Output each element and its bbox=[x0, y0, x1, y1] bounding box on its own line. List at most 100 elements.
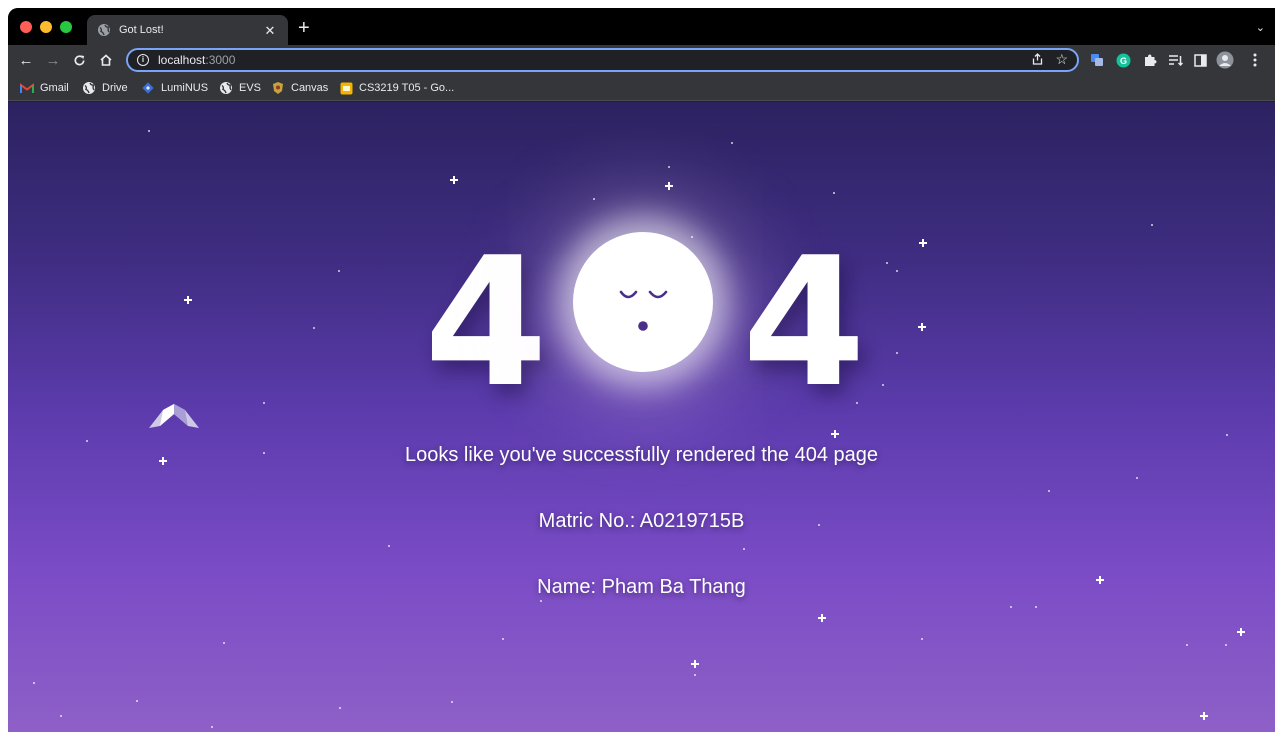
star bbox=[60, 715, 62, 717]
gmail-icon bbox=[20, 81, 34, 95]
svg-text:G: G bbox=[1119, 56, 1126, 66]
spaceship-icon bbox=[148, 402, 200, 434]
star bbox=[921, 638, 923, 640]
star bbox=[593, 198, 595, 200]
star bbox=[896, 352, 898, 354]
bookmark-star-icon[interactable]: ☆ bbox=[1055, 51, 1068, 68]
moon-face-icon bbox=[573, 232, 713, 372]
star bbox=[1048, 490, 1050, 492]
bookmark-canvas[interactable]: Canvas bbox=[271, 80, 328, 96]
reading-list-icon[interactable] bbox=[1166, 51, 1184, 69]
bookmark-label: Gmail bbox=[40, 82, 69, 94]
toolbar: ← → i localhost:3000 ☆ G bbox=[8, 45, 1275, 75]
luminus-icon bbox=[141, 81, 155, 95]
star bbox=[1226, 434, 1228, 436]
close-tab-icon[interactable]: ✕ bbox=[262, 24, 278, 37]
site-info-icon[interactable]: i bbox=[137, 54, 149, 66]
forward-arrow-icon[interactable]: → bbox=[43, 50, 63, 70]
star bbox=[665, 182, 673, 190]
star bbox=[1200, 712, 1208, 720]
star bbox=[1151, 224, 1153, 226]
star bbox=[451, 701, 453, 703]
page-404: 4 4 Looks like you've successfully rende… bbox=[8, 102, 1275, 732]
back-arrow-icon[interactable]: ← bbox=[16, 50, 36, 70]
star bbox=[540, 600, 542, 602]
bookmark-drive[interactable]: Drive bbox=[82, 80, 128, 96]
share-icon[interactable] bbox=[1032, 53, 1043, 68]
star bbox=[136, 700, 138, 702]
close-window-button[interactable] bbox=[20, 21, 32, 33]
star bbox=[1010, 606, 1012, 608]
address-bar[interactable]: i localhost:3000 ☆ bbox=[126, 48, 1079, 72]
star bbox=[1136, 477, 1138, 479]
star bbox=[833, 192, 835, 194]
error-digit-right: 4 bbox=[742, 219, 866, 426]
maximize-window-button[interactable] bbox=[60, 21, 72, 33]
bookmark-gmail[interactable]: Gmail bbox=[20, 80, 69, 96]
profile-avatar[interactable] bbox=[1216, 51, 1234, 69]
bookmark-label: LumiNUS bbox=[161, 82, 209, 94]
reload-icon[interactable] bbox=[69, 50, 89, 70]
star bbox=[450, 176, 458, 184]
star bbox=[882, 384, 884, 386]
star bbox=[263, 402, 265, 404]
globe-icon bbox=[82, 81, 96, 95]
bookmark-luminus[interactable]: LumiNUS bbox=[141, 80, 208, 96]
star bbox=[1186, 644, 1188, 646]
extensions-puzzle-icon[interactable] bbox=[1141, 51, 1159, 69]
star bbox=[184, 296, 192, 304]
bookmark-evs[interactable]: EVS bbox=[219, 80, 261, 96]
home-icon[interactable] bbox=[96, 50, 116, 70]
star bbox=[86, 440, 88, 442]
star bbox=[691, 660, 699, 668]
star bbox=[731, 142, 733, 144]
star bbox=[694, 674, 696, 676]
bookmark-cs3219[interactable]: CS3219 T05 - Go... bbox=[339, 80, 454, 96]
star bbox=[1237, 628, 1245, 636]
star bbox=[33, 682, 35, 684]
star bbox=[339, 707, 341, 709]
star bbox=[502, 638, 504, 640]
star bbox=[818, 614, 826, 622]
side-panel-icon[interactable] bbox=[1191, 51, 1209, 69]
bookmark-label: EVS bbox=[239, 82, 262, 94]
student-name: Name: Pham Ba Thang bbox=[537, 576, 746, 598]
star bbox=[918, 323, 926, 331]
globe-icon bbox=[219, 81, 233, 95]
tab-got-lost[interactable]: Got Lost! ✕ bbox=[87, 15, 288, 45]
translate-extension-icon[interactable] bbox=[1088, 51, 1106, 69]
canvas-icon bbox=[271, 81, 285, 95]
grammarly-extension-icon[interactable]: G bbox=[1114, 51, 1132, 69]
tab-title: Got Lost! bbox=[119, 24, 164, 36]
tab-search-button[interactable]: ⌄ bbox=[1256, 21, 1265, 34]
star bbox=[743, 548, 745, 550]
minimize-window-button[interactable] bbox=[40, 21, 52, 33]
star bbox=[919, 239, 927, 247]
bookmarks-bar: Gmail Drive LumiNUS EVS Canvas CS3219 T0… bbox=[8, 75, 1275, 101]
globe-icon bbox=[97, 23, 111, 37]
star bbox=[886, 262, 888, 264]
star bbox=[223, 642, 225, 644]
url-text: localhost:3000 bbox=[158, 53, 235, 67]
star bbox=[148, 130, 150, 132]
star bbox=[1225, 644, 1227, 646]
url-port: :3000 bbox=[205, 53, 236, 67]
star bbox=[313, 327, 315, 329]
url-host: localhost bbox=[158, 53, 206, 67]
star bbox=[896, 270, 898, 272]
tab-strip: Got Lost! ✕ + ⌄ bbox=[8, 8, 1275, 45]
new-tab-button[interactable]: + bbox=[298, 18, 310, 38]
more-menu-icon[interactable] bbox=[1246, 51, 1264, 69]
star bbox=[668, 166, 670, 168]
matric-number: Matric No.: A0219715B bbox=[538, 510, 745, 532]
star bbox=[1035, 606, 1037, 608]
slides-icon bbox=[339, 81, 353, 95]
star bbox=[211, 726, 213, 728]
error-message: Looks like you've successfully rendered … bbox=[405, 444, 878, 466]
star bbox=[388, 545, 390, 547]
bookmark-label: Canvas bbox=[291, 82, 329, 94]
bookmark-label: CS3219 T05 - Go... bbox=[359, 82, 455, 94]
error-digit-left: 4 bbox=[424, 219, 548, 426]
star bbox=[831, 430, 839, 438]
star bbox=[338, 270, 340, 272]
